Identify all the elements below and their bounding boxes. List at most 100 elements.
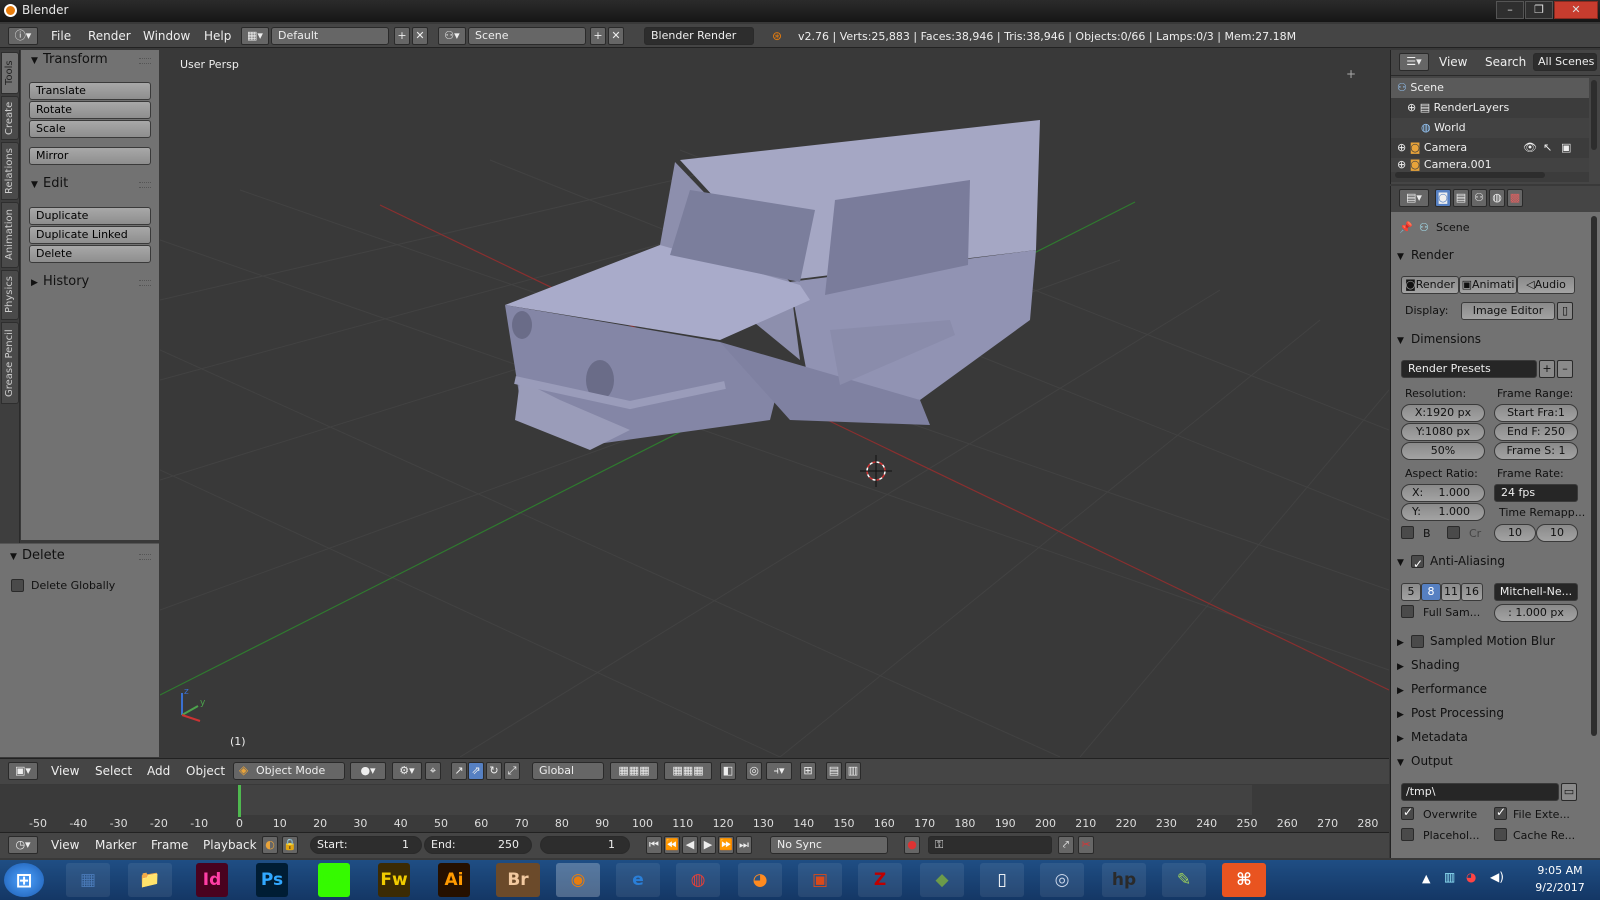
car-model[interactable] (505, 120, 1040, 450)
render-still-button[interactable]: ◙Render (1401, 276, 1459, 294)
world-tab-icon[interactable]: ◍ (1489, 189, 1505, 207)
delete-keyframe-icon[interactable]: ✂ (1078, 836, 1094, 854)
history-panel-header[interactable]: ▶ History (31, 274, 89, 289)
rotate-manipulator-icon[interactable]: ↻ (486, 762, 502, 780)
motion-blur-panel-header[interactable]: ▶ Sampled Motion Blur (1397, 630, 1583, 652)
editor-type-outliner-icon[interactable]: ☰▾ (1399, 53, 1429, 71)
transform-panel-header[interactable]: ▼ Transform (31, 52, 108, 67)
outliner-item-scene[interactable]: ⚇ Scene (1391, 78, 1589, 98)
border-checkbox[interactable] (1401, 526, 1414, 539)
layout-select[interactable]: Default (271, 27, 389, 45)
placeholders-checkbox[interactable] (1401, 828, 1414, 841)
menu-select[interactable]: Select (95, 764, 132, 778)
frame-rate-select[interactable]: 24 fps (1494, 484, 1578, 502)
duplicate-linked-button[interactable]: Duplicate Linked (29, 226, 151, 244)
menu-file[interactable]: File (51, 29, 71, 43)
aa-filter-select[interactable]: Mitchell-Ne... (1494, 583, 1578, 601)
network-icon[interactable]: ▥ (1444, 870, 1455, 884)
render-panel-header[interactable]: ▼ Render (1397, 244, 1583, 266)
aa-samples-8[interactable]: 8 (1421, 583, 1441, 601)
pivot-select-icon[interactable]: ⚙▾ (392, 762, 422, 780)
aa-samples-16[interactable]: 16 (1461, 583, 1483, 601)
expand-icon[interactable]: ⊕ (1397, 141, 1406, 154)
visibility-eye-icon[interactable]: 👁 (1523, 138, 1537, 158)
panel-grip-icon[interactable] (139, 280, 151, 286)
menu-window[interactable]: Window (143, 29, 190, 43)
time-remap-new-field[interactable]: 10 (1536, 524, 1578, 542)
clock-time[interactable]: 9:05 AM (1528, 864, 1592, 877)
crop-checkbox[interactable] (1447, 526, 1460, 539)
aa-samples-5[interactable]: 5 (1401, 583, 1421, 601)
outliner-item-camera-001[interactable]: ⊕ ◙ Camera.001 (1391, 158, 1589, 172)
add-preset-icon[interactable]: + (1539, 360, 1555, 378)
tab-relations[interactable]: Relations (1, 142, 19, 200)
remove-scene-icon[interactable]: ✕ (608, 27, 624, 45)
calculator-icon[interactable]: ▦ (66, 863, 110, 897)
performance-panel-header[interactable]: ▶ Performance (1397, 678, 1583, 700)
proportional-edit-icon[interactable]: ◎ (746, 762, 762, 780)
folder-browse-icon[interactable]: ▭ (1561, 783, 1577, 801)
outliner-hscrollbar[interactable] (1395, 172, 1545, 178)
render-tab-icon[interactable]: ◙ (1435, 189, 1451, 207)
remove-preset-icon[interactable]: – (1557, 360, 1573, 378)
clock-date[interactable]: 9/2/2017 (1528, 881, 1592, 894)
menu-frame[interactable]: Frame (151, 838, 188, 852)
lock-interface-icon[interactable]: ▯ (1557, 302, 1573, 320)
aa-samples-11[interactable]: 11 (1441, 583, 1461, 601)
outliner-menu-view[interactable]: View (1439, 55, 1467, 69)
render-layers-tab-icon[interactable]: ▤ (1453, 189, 1469, 207)
lock-range-icon[interactable]: 🔒 (282, 836, 298, 854)
current-frame-marker[interactable] (238, 785, 241, 817)
lock-layers-icon[interactable]: ◧ (720, 762, 736, 780)
illustrator-icon[interactable]: Ai (438, 863, 470, 897)
tab-animation[interactable]: Animation (1, 202, 19, 268)
office-icon[interactable]: ▣ (798, 863, 842, 897)
scene-select[interactable]: Scene (468, 27, 586, 45)
translate-button[interactable]: Translate (29, 82, 151, 100)
aspect-x-field[interactable]: X: 1.000 (1401, 484, 1485, 502)
panel-grip-icon[interactable] (139, 554, 151, 560)
outliner-menu-search[interactable]: Search (1485, 55, 1526, 69)
start-frame-field[interactable]: Start: 1 (310, 836, 422, 854)
frame-step-field[interactable]: Frame S: 1 (1494, 442, 1578, 460)
ie-icon[interactable]: e (616, 863, 660, 897)
app-icon[interactable]: ◆ (920, 863, 964, 897)
start-button[interactable]: ⊞ (4, 863, 44, 897)
editor-type-3d-icon[interactable]: ▣▾ (8, 762, 38, 780)
outliner-item-renderlayers[interactable]: ⊕ ▤ RenderLayers (1391, 98, 1589, 118)
manipulator-center-icon[interactable]: ⌖ (425, 762, 441, 780)
insert-keyframe-icon[interactable]: ⤤ (1058, 836, 1074, 854)
metadata-panel-header[interactable]: ▶ Metadata (1397, 726, 1583, 748)
properties-scrollbar[interactable] (1591, 216, 1597, 736)
editor-type-properties-icon[interactable]: ▤▾ (1399, 189, 1429, 207)
notepad-icon[interactable]: ✎ (1162, 863, 1206, 897)
minimize-button[interactable]: – (1496, 1, 1524, 19)
sync-select[interactable]: No Sync (770, 836, 888, 854)
record-icon[interactable]: ● (904, 836, 920, 854)
firefox-icon[interactable]: ◕ (738, 863, 782, 897)
snap-toggle-icon[interactable]: ⊞ (800, 762, 816, 780)
tab-create[interactable]: Create (1, 96, 19, 140)
output-panel-header[interactable]: ▼ Output (1397, 750, 1583, 772)
tray-overflow-icon[interactable]: ▲ (1422, 872, 1430, 885)
document-icon[interactable]: ▯ (980, 863, 1024, 897)
menu-render[interactable]: Render (88, 29, 131, 43)
disc-icon[interactable]: ◎ (1040, 863, 1084, 897)
tab-physics[interactable]: Physics (1, 270, 19, 320)
display-select[interactable]: Image Editor (1461, 302, 1555, 320)
render-engine-select[interactable]: Blender Render (644, 27, 754, 45)
expand-icon[interactable]: ⊕ (1407, 101, 1416, 114)
outliner-item-world[interactable]: ◍ World (1391, 118, 1589, 138)
tab-grease-pencil[interactable]: Grease Pencil (1, 322, 19, 404)
resolution-y-field[interactable]: Y:1080 px (1401, 423, 1485, 441)
delete-globally-checkbox[interactable] (11, 579, 24, 592)
snap-element-icon[interactable]: ⫞▾ (766, 762, 792, 780)
render-view-icon[interactable]: ▤ (826, 762, 842, 780)
tab-tools[interactable]: Tools (1, 52, 19, 94)
prev-keyframe-icon[interactable]: ⏪ (664, 836, 680, 854)
translate-manipulator-icon[interactable]: ⇗ (468, 762, 484, 780)
shading-panel-header[interactable]: ▶ Shading (1397, 654, 1583, 676)
security-icon[interactable]: ◕ (1466, 870, 1476, 884)
add-layout-icon[interactable]: + (394, 27, 410, 45)
post-processing-panel-header[interactable]: ▶ Post Processing (1397, 702, 1583, 724)
